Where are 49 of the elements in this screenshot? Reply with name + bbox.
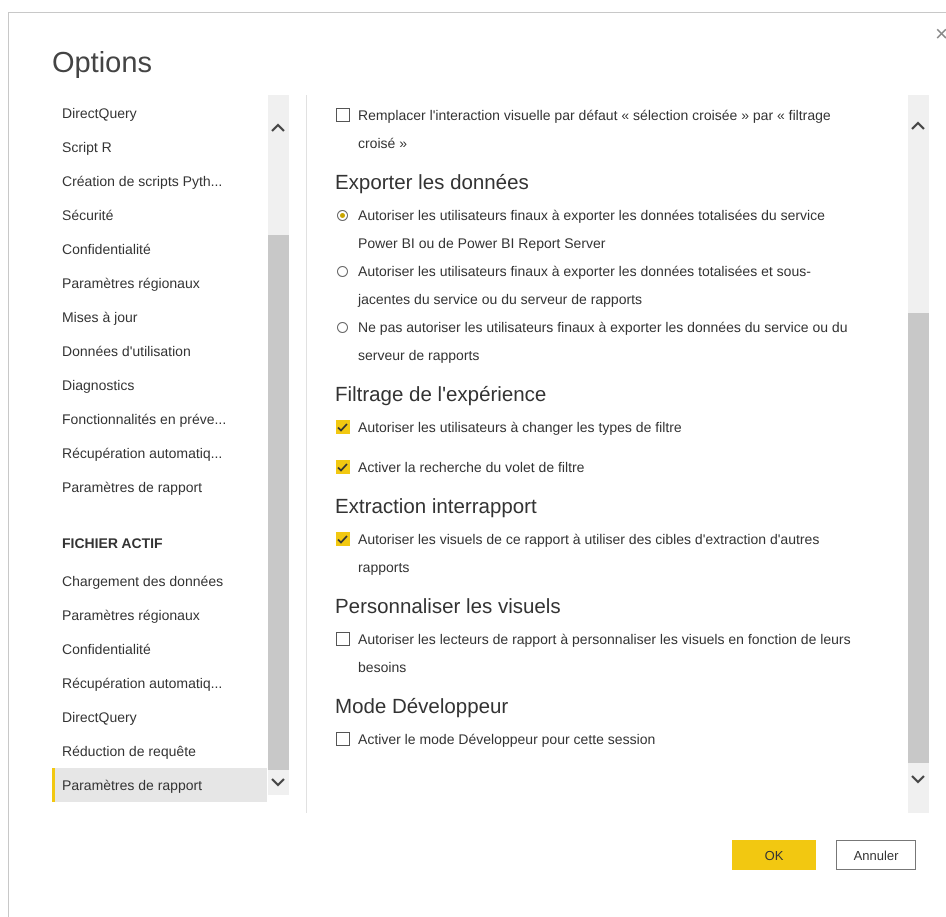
option-label: Remplacer l'interaction visuelle par défaut « sélection croisée » par « filtrage croisé » — [358, 106, 832, 153]
option-label: Autoriser les lecteurs de rapport à personnaliser les visuels en fonction de leurs besoins — [358, 630, 852, 677]
nav-item[interactable]: Confidentialité — [52, 232, 267, 266]
section-header: FICHIER ACTIF — [61, 534, 163, 553]
nav-item[interactable]: Diagnostics — [52, 368, 267, 402]
option-label: Autoriser les utilisateurs à changer les types de filtre — [358, 418, 682, 437]
option-label: Autoriser les utilisateurs finaux à exporter les données totalisées du service Power BI ou de Power BI Report Server — [358, 206, 826, 253]
checkbox[interactable] — [336, 632, 350, 646]
scrollbar-thumb[interactable] — [908, 313, 929, 763]
nav-item[interactable]: Paramètres régionaux — [52, 598, 267, 632]
checkbox[interactable] — [336, 108, 350, 122]
nav-item[interactable]: DirectQuery — [52, 96, 267, 130]
scrollbar-thumb[interactable] — [268, 235, 289, 770]
nav-item[interactable]: Création de scripts Pyth... — [52, 164, 267, 198]
option-label: Activer le mode Développeur pour cette session — [358, 730, 656, 749]
nav-item[interactable]: Récupération automatiq... — [52, 436, 267, 470]
checkbox[interactable] — [336, 732, 350, 746]
chevron-down-icon[interactable] — [271, 778, 285, 787]
chevron-up-icon[interactable] — [271, 123, 285, 132]
nav-item[interactable]: Paramètres régionaux — [52, 266, 267, 300]
radio-button[interactable] — [337, 266, 348, 276]
radio-button[interactable] — [337, 322, 348, 332]
cancel-button[interactable]: Annuler — [836, 840, 916, 870]
nav-item[interactable]: Chargement des données — [52, 564, 267, 598]
nav-item[interactable]: Fonctionnalités en préve... — [52, 402, 267, 436]
nav-item[interactable]: Données d'utilisation — [52, 334, 267, 368]
chevron-up-icon[interactable] — [911, 121, 925, 130]
section-heading: Filtrage de l'expérience — [335, 382, 546, 408]
nav-item[interactable]: Paramètres de rapport — [52, 470, 267, 504]
option-label: Ne pas autoriser les utilisateurs finaux à exporter les données du service ou du serveur de rapports — [358, 318, 848, 365]
option-label: Autoriser les utilisateurs finaux à exporter les données totalisées et sous-jacentes du service ou du serveur de rapports — [358, 262, 812, 309]
nav-item[interactable]: Réduction de requête — [52, 734, 267, 768]
radio-button[interactable] — [337, 210, 348, 220]
nav-item[interactable]: Mises à jour — [52, 300, 267, 334]
ok-button[interactable]: OK — [732, 840, 816, 870]
option-label: Activer la recherche du volet de filtre — [358, 458, 584, 477]
section-heading: Extraction interrapport — [335, 494, 537, 520]
window-title: Options — [52, 46, 152, 81]
section-heading: Personnaliser les visuels — [335, 594, 561, 620]
nav-item[interactable]: Confidentialité — [52, 632, 267, 666]
section-heading: Mode Développeur — [335, 694, 508, 720]
nav-item[interactable]: Paramètres de rapport — [52, 768, 267, 802]
section-heading: Exporter les données — [335, 170, 529, 196]
nav-item[interactable]: Récupération automatiq... — [52, 666, 267, 700]
nav-item[interactable]: Script R — [52, 130, 267, 164]
option-label: Autoriser les visuels de ce rapport à utiliser des cibles d'extraction d'autres rapports — [358, 530, 820, 577]
nav-item[interactable]: DirectQuery — [52, 700, 267, 734]
nav-item[interactable]: Sécurité — [52, 198, 267, 232]
chevron-down-icon[interactable] — [911, 775, 925, 784]
